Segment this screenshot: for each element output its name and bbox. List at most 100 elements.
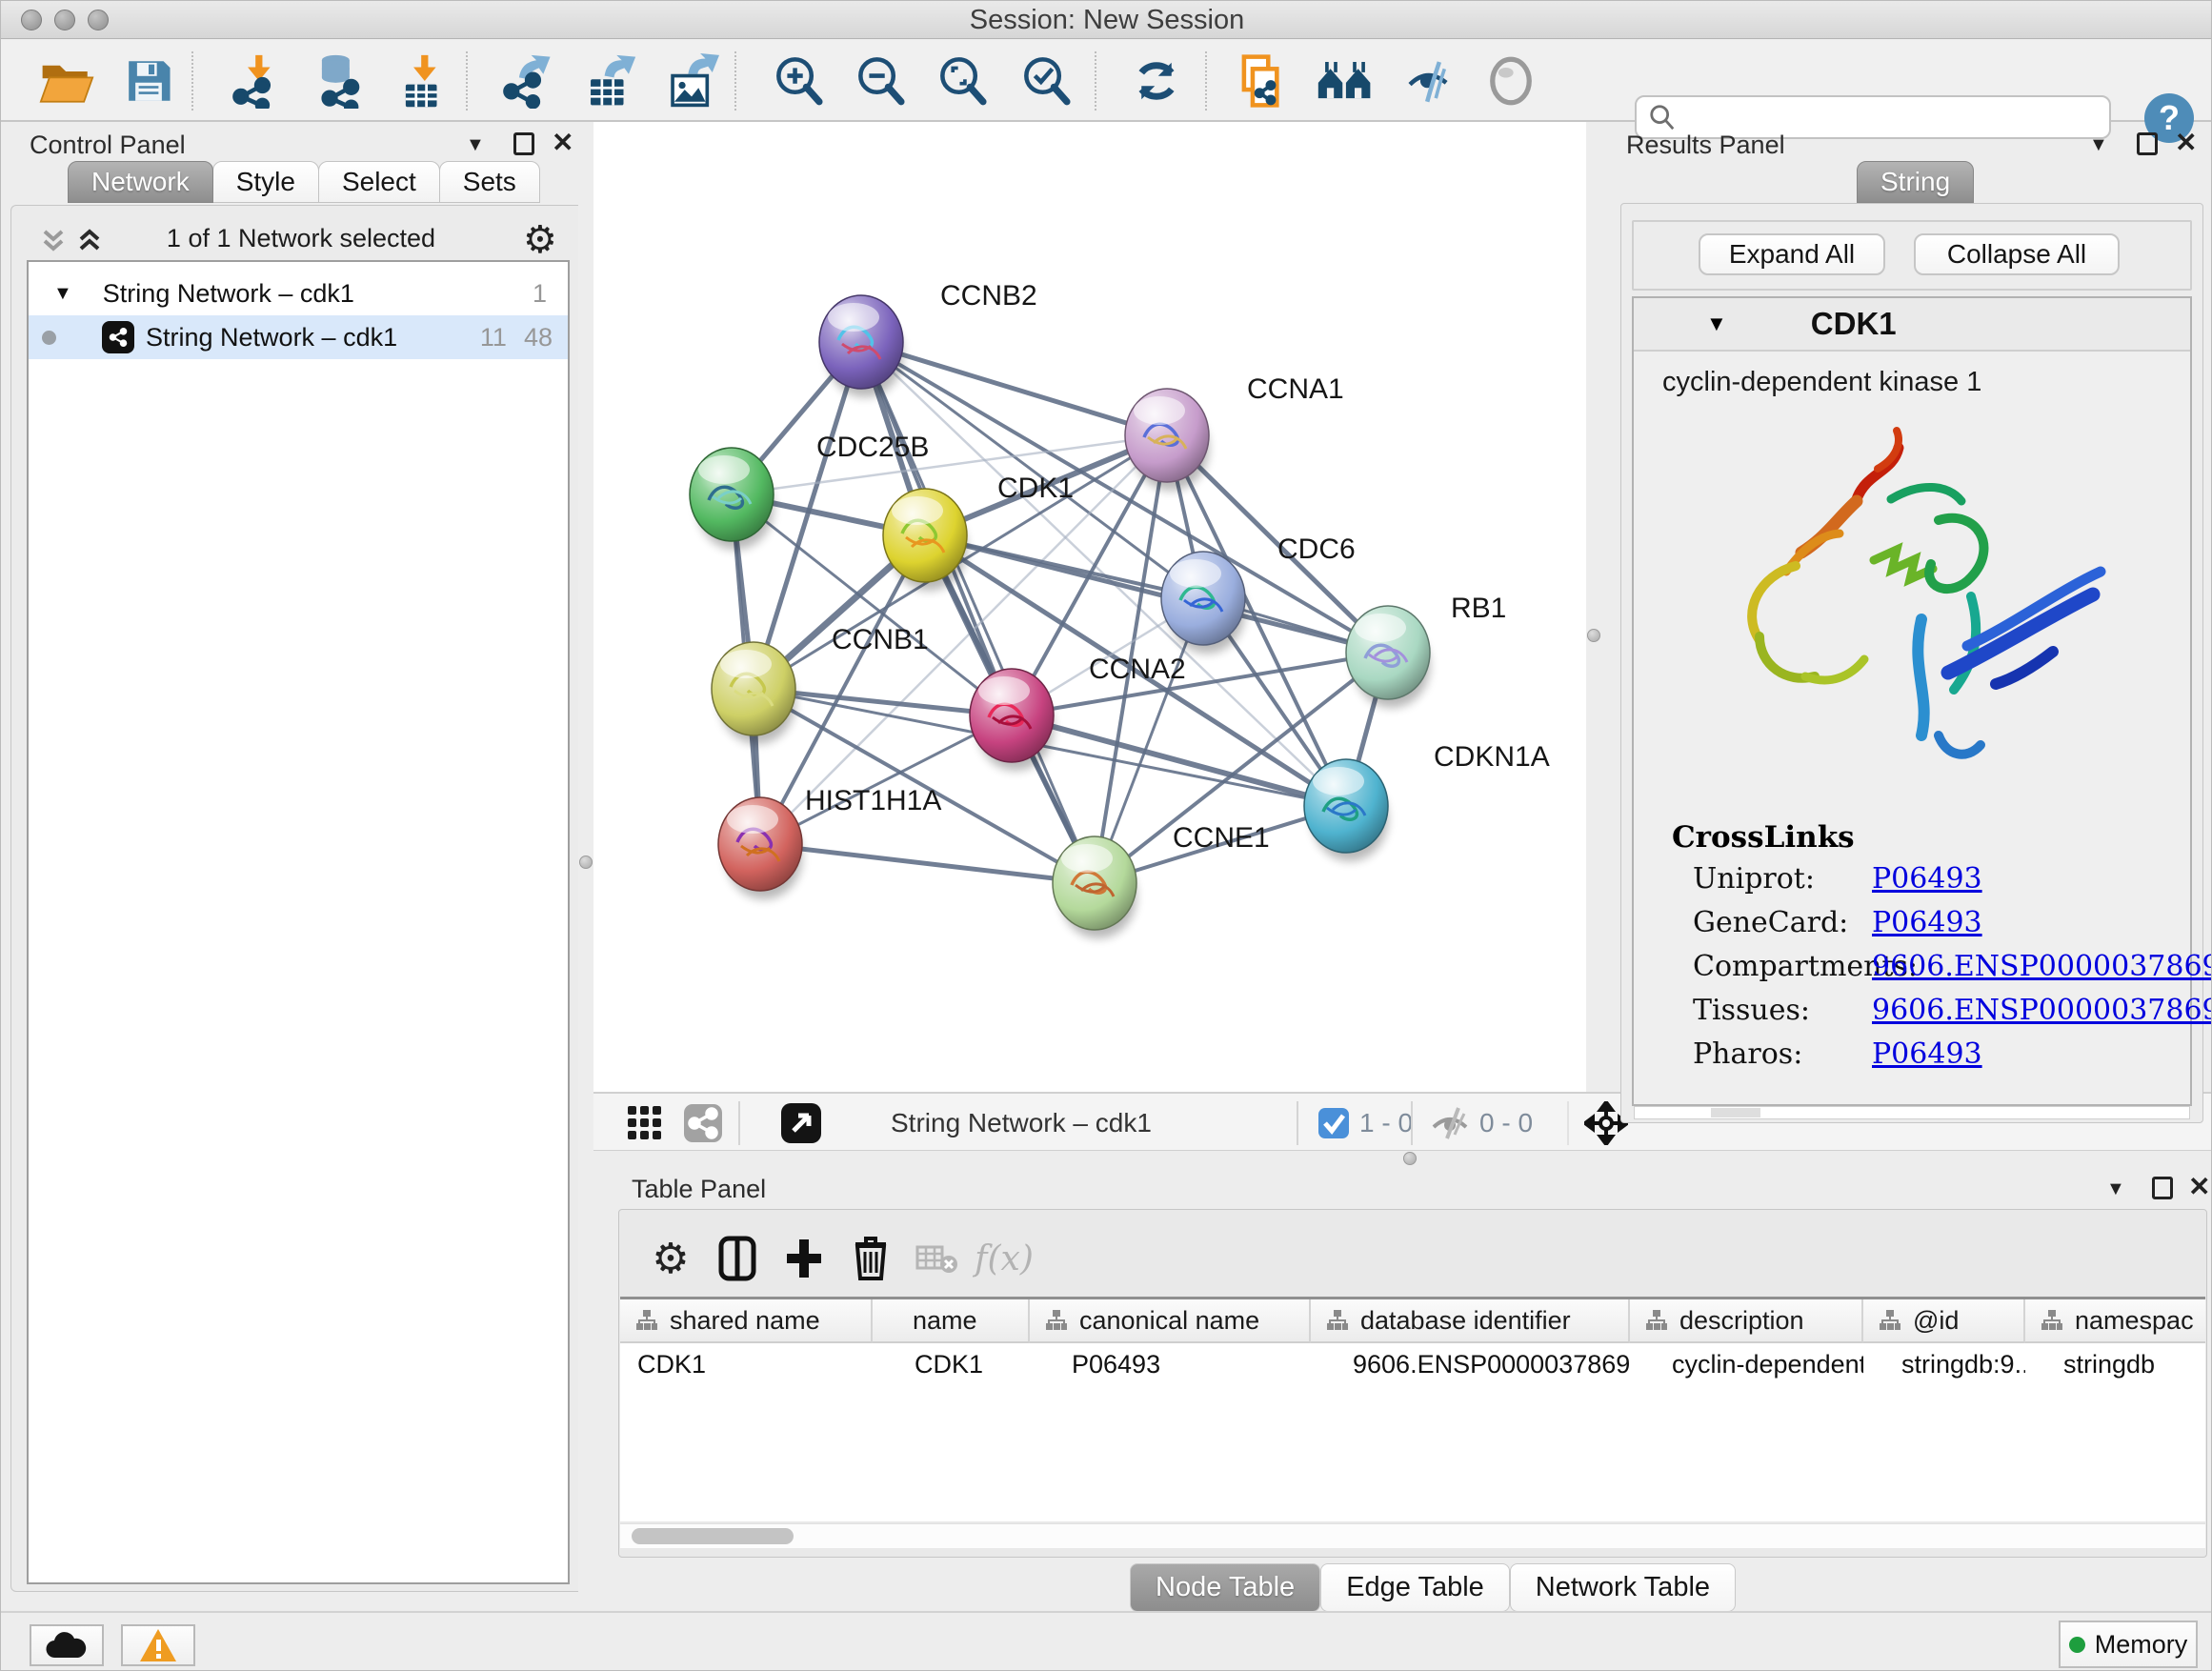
network-node-cdkn1a[interactable] bbox=[1304, 759, 1388, 861]
export-table-icon[interactable] bbox=[578, 50, 641, 111]
export-image-icon[interactable] bbox=[660, 50, 723, 111]
network-row[interactable]: String Network – cdk1 11 48 bbox=[29, 315, 568, 359]
crosslink-link[interactable]: P06493 bbox=[1872, 862, 1982, 896]
selected-checkbox-icon[interactable] bbox=[1317, 1107, 1350, 1139]
network-node-ccnb2[interactable] bbox=[819, 295, 903, 397]
expand-all-button[interactable]: Expand All bbox=[1699, 233, 1885, 275]
column-header[interactable]: canonical name bbox=[1030, 1299, 1311, 1343]
birdseye-view-icon[interactable] bbox=[1479, 50, 1542, 111]
network-node-ccne1[interactable] bbox=[1053, 836, 1136, 938]
tab-edge-table[interactable]: Edge Table bbox=[1320, 1563, 1510, 1612]
table-horizontal-scrollbar[interactable] bbox=[620, 1523, 2205, 1548]
node-label: CCNA1 bbox=[1247, 373, 1344, 405]
toolbar-separator bbox=[1567, 1101, 1569, 1145]
toolbar-separator bbox=[191, 51, 193, 111]
column-header[interactable]: description bbox=[1630, 1299, 1863, 1343]
memory-button[interactable]: Memory bbox=[2059, 1621, 2198, 1668]
left-splitter[interactable] bbox=[578, 122, 593, 1609]
clone-network-icon[interactable] bbox=[1230, 50, 1293, 111]
function-builder-icon[interactable]: f(x) bbox=[971, 1239, 1037, 1278]
tab-select[interactable]: Select bbox=[318, 161, 440, 203]
hidden-eye-icon[interactable] bbox=[1430, 1106, 1470, 1140]
grid-view-icon[interactable] bbox=[626, 1101, 664, 1145]
crosslink-link[interactable]: P06493 bbox=[1872, 1037, 1982, 1071]
results-panel-scrollbar[interactable] bbox=[1634, 1106, 2190, 1119]
network-edge[interactable] bbox=[1012, 653, 1388, 715]
crosslink-link[interactable]: P06493 bbox=[1872, 906, 1982, 939]
column-header[interactable]: namespac bbox=[2025, 1299, 2205, 1343]
network-node-ccnb1[interactable] bbox=[712, 642, 795, 744]
network-hierarchy-icon[interactable] bbox=[1314, 50, 1377, 111]
refresh-layout-icon[interactable] bbox=[1125, 50, 1188, 111]
network-node-cdc6[interactable] bbox=[1161, 552, 1245, 654]
table-panel-close-button[interactable]: ✕ bbox=[2188, 1171, 2210, 1202]
control-panel-close-button[interactable]: ✕ bbox=[552, 127, 573, 158]
network-node-ccna1[interactable] bbox=[1125, 389, 1209, 491]
add-column-icon[interactable] bbox=[771, 1236, 837, 1281]
table-row[interactable]: CDK1 CDK1 P06493 9606.ENSP00000378699 cy… bbox=[620, 1343, 2205, 1385]
tab-node-table[interactable]: Node Table bbox=[1130, 1563, 1320, 1612]
cloud-status-button[interactable] bbox=[30, 1624, 104, 1666]
network-node-hist1h1a[interactable] bbox=[718, 797, 802, 899]
horizontal-splitter[interactable] bbox=[593, 1152, 2212, 1165]
network-graph: CCNB2CCNA1CDC25BCDK1CDC6RB1CCNB1CCNA2CDK… bbox=[593, 122, 1586, 1092]
gene-collapse-caret-icon[interactable]: ▼ bbox=[1706, 312, 1727, 336]
network-view-type-icon[interactable] bbox=[683, 1101, 723, 1145]
zoom-selected-icon[interactable] bbox=[1016, 50, 1079, 111]
zoom-in-icon[interactable] bbox=[769, 50, 832, 111]
zoom-fit-icon[interactable] bbox=[933, 50, 995, 111]
table-panel-float-button[interactable]: ▼ bbox=[2106, 1178, 2125, 1200]
network-view-canvas[interactable]: CCNB2CCNA1CDC25BCDK1CDC6RB1CCNB1CCNA2CDK… bbox=[593, 122, 1586, 1092]
crosslink-link[interactable]: 9606.ENSP00000378699 bbox=[1872, 994, 2212, 1027]
control-panel-float-button[interactable]: ▼ bbox=[466, 134, 485, 156]
delete-table-icon[interactable] bbox=[904, 1241, 971, 1276]
column-header[interactable]: @id bbox=[1863, 1299, 2025, 1343]
gene-card-header[interactable]: ▼ CDK1 bbox=[1634, 298, 2190, 352]
zoom-out-icon[interactable] bbox=[851, 50, 914, 111]
collapse-all-button[interactable]: Collapse All bbox=[1914, 233, 2120, 275]
tab-sets[interactable]: Sets bbox=[439, 161, 540, 203]
tab-string[interactable]: String bbox=[1857, 161, 1974, 203]
import-network-icon[interactable] bbox=[226, 50, 289, 111]
open-session-icon[interactable] bbox=[35, 50, 98, 111]
column-header[interactable]: name bbox=[873, 1299, 1030, 1343]
show-columns-icon[interactable] bbox=[704, 1236, 771, 1281]
table-settings-gear-icon[interactable]: ⚙ bbox=[637, 1235, 704, 1283]
network-edge[interactable] bbox=[760, 844, 1095, 883]
right-splitter[interactable] bbox=[1586, 122, 1601, 1092]
crosslink-row: GeneCard: P06493 bbox=[1693, 906, 2179, 939]
warnings-button[interactable] bbox=[121, 1624, 195, 1666]
network-collection-row[interactable]: ▼ String Network – cdk1 1 bbox=[29, 272, 568, 315]
results-panel-close-button[interactable]: ✕ bbox=[2175, 127, 2197, 158]
column-header[interactable]: database identifier bbox=[1311, 1299, 1630, 1343]
crosslink-link[interactable]: 9606.ENSP00000378699 bbox=[1872, 950, 2212, 983]
network-options-gear-icon[interactable]: ⚙ bbox=[523, 218, 557, 262]
network-edge[interactable] bbox=[760, 435, 1167, 844]
expand-all-chevron-icon[interactable] bbox=[75, 226, 104, 259]
hide-panels-icon[interactable] bbox=[1398, 50, 1460, 111]
network-node-cdk1[interactable] bbox=[883, 489, 967, 591]
network-node-cdc25b[interactable] bbox=[690, 448, 774, 550]
collection-expand-caret-icon[interactable]: ▼ bbox=[53, 283, 72, 305]
control-panel-undock-button[interactable] bbox=[513, 132, 534, 155]
network-edge[interactable] bbox=[1012, 715, 1346, 806]
import-table-icon[interactable] bbox=[392, 50, 454, 111]
network-edge[interactable] bbox=[861, 342, 1167, 435]
import-network-from-database-icon[interactable] bbox=[308, 50, 371, 111]
tab-network[interactable]: Network bbox=[68, 161, 213, 203]
tab-style[interactable]: Style bbox=[212, 161, 319, 203]
save-session-icon[interactable] bbox=[117, 50, 180, 111]
table-toolbar: ⚙ f(x) bbox=[637, 1232, 1037, 1285]
network-node-ccna2[interactable] bbox=[970, 669, 1054, 771]
results-panel-undock-button[interactable] bbox=[2137, 132, 2158, 155]
column-header[interactable]: shared name bbox=[620, 1299, 873, 1343]
export-network-icon[interactable] bbox=[496, 50, 559, 111]
table-panel-undock-button[interactable] bbox=[2152, 1177, 2173, 1199]
birdseye-toggle-icon[interactable] bbox=[780, 1101, 822, 1145]
toolbar-separator bbox=[738, 1101, 740, 1145]
collapse-all-chevron-icon[interactable] bbox=[39, 226, 68, 259]
network-node-rb1[interactable] bbox=[1346, 606, 1430, 708]
tab-network-table[interactable]: Network Table bbox=[1510, 1563, 1736, 1612]
delete-column-trash-icon[interactable] bbox=[837, 1235, 904, 1282]
results-panel-float-button[interactable]: ▼ bbox=[2089, 134, 2108, 156]
